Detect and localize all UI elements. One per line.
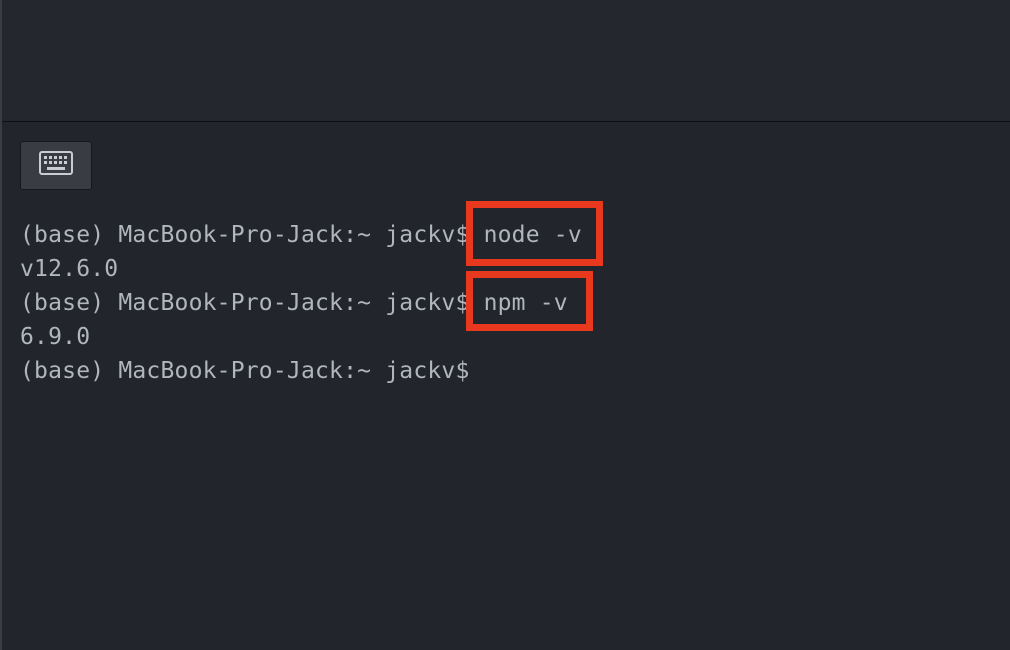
terminal-line: 6.9.0: [20, 320, 582, 354]
keyboard-icon: [39, 151, 73, 180]
command-output: v12.6.0: [20, 256, 119, 282]
typed-command: node -v: [465, 201, 603, 266]
top-pane: [2, 0, 1010, 122]
terminal-line: v12.6.0: [20, 252, 582, 286]
terminal-line: (base) MacBook-Pro-Jack:~ jackv$: [20, 354, 582, 388]
keyboard-toggle-button[interactable]: [20, 141, 92, 190]
terminal-window: (base) MacBook-Pro-Jack:~ jackv$ node -v…: [0, 0, 1010, 650]
shell-prompt: (base) MacBook-Pro-Jack:~ jackv$: [20, 222, 484, 248]
terminal-line: (base) MacBook-Pro-Jack:~ jackv$ node -v: [20, 201, 603, 266]
shell-prompt: (base) MacBook-Pro-Jack:~ jackv$: [20, 358, 470, 384]
terminal-line: (base) MacBook-Pro-Jack:~ jackv$ npm -v: [20, 271, 593, 331]
shell-prompt: (base) MacBook-Pro-Jack:~ jackv$: [20, 290, 484, 316]
terminal-output[interactable]: (base) MacBook-Pro-Jack:~ jackv$ node -v…: [20, 201, 603, 388]
typed-command: npm -v: [465, 271, 593, 331]
command-output: 6.9.0: [20, 324, 91, 350]
command-text: node -v: [483, 222, 582, 248]
command-text: npm -v: [483, 290, 568, 316]
